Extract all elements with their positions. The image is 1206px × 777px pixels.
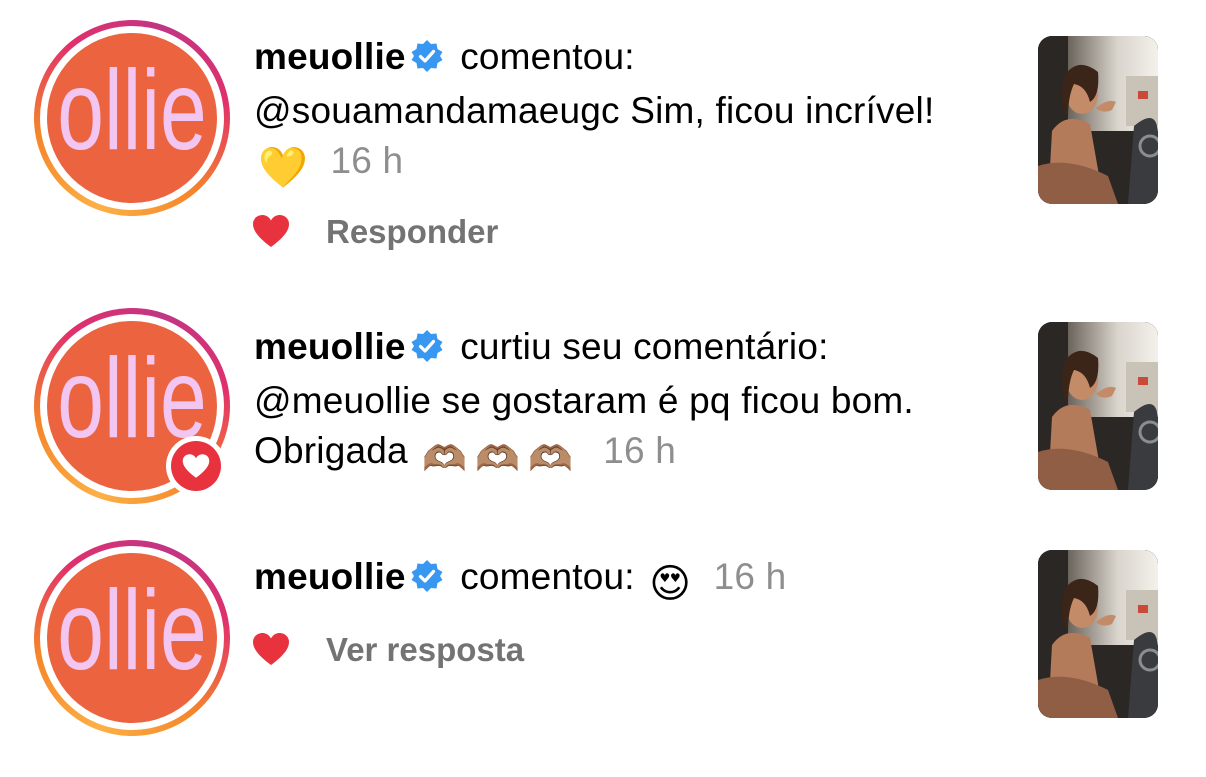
heart-icon[interactable]: [252, 214, 290, 253]
car-selfie-photo: [1038, 36, 1158, 204]
timestamp: 16 h: [330, 140, 404, 181]
post-thumbnail[interactable]: [1038, 36, 1158, 204]
avatar[interactable]: ollie: [47, 553, 217, 723]
post-thumbnail[interactable]: [1038, 550, 1158, 718]
svg-text:ollie: ollie: [57, 48, 206, 174]
ollie-logo: ollie: [57, 48, 206, 174]
notification-text: meuollie curtiu seu comentário: @meuolli…: [254, 322, 954, 484]
comment-text: @souamandamaeugc Sim, ficou incrível!: [254, 90, 935, 131]
ollie-logo: ollie: [57, 568, 206, 694]
notification-text: meuollie comentou: 😍 16 h: [254, 552, 954, 609]
svg-text:ollie: ollie: [57, 568, 206, 694]
heart-eyes-emoji: 😍: [649, 562, 692, 606]
notification-action: comentou:: [460, 556, 635, 597]
reply-button[interactable]: Responder: [326, 212, 498, 252]
username[interactable]: meuollie: [254, 36, 406, 77]
verified-badge-icon: [410, 36, 444, 86]
heart-badge-icon: [182, 454, 210, 478]
heart-hands-emoji: 🫶🏽🫶🏽🫶🏽: [422, 438, 581, 479]
comment-text: @meuollie se gostaram é pq ficou bom. Ob…: [254, 380, 914, 471]
story-ring[interactable]: ollie: [34, 308, 230, 504]
story-ring[interactable]: ollie: [34, 540, 230, 736]
heart-icon[interactable]: [252, 632, 290, 671]
story-ring[interactable]: ollie: [34, 20, 230, 216]
notification-action: comentou:: [460, 36, 635, 77]
car-selfie-photo: [1038, 322, 1158, 490]
car-selfie-photo: [1038, 550, 1158, 718]
username[interactable]: meuollie: [254, 326, 406, 367]
timestamp: 16 h: [713, 556, 787, 597]
notification-text: meuollie comentou: @souamandamaeugc Sim,…: [254, 32, 954, 193]
view-reply-button[interactable]: Ver resposta: [326, 630, 524, 670]
avatar[interactable]: ollie: [47, 33, 217, 203]
liked-badge: [166, 436, 226, 496]
yellow-heart-emoji: 💛: [258, 146, 309, 190]
post-thumbnail[interactable]: [1038, 322, 1158, 490]
timestamp: 16 h: [603, 430, 677, 471]
verified-badge-icon: [410, 326, 444, 376]
notification-action: curtiu seu comentário:: [460, 326, 829, 367]
verified-badge-icon: [410, 556, 444, 606]
username[interactable]: meuollie: [254, 556, 406, 597]
